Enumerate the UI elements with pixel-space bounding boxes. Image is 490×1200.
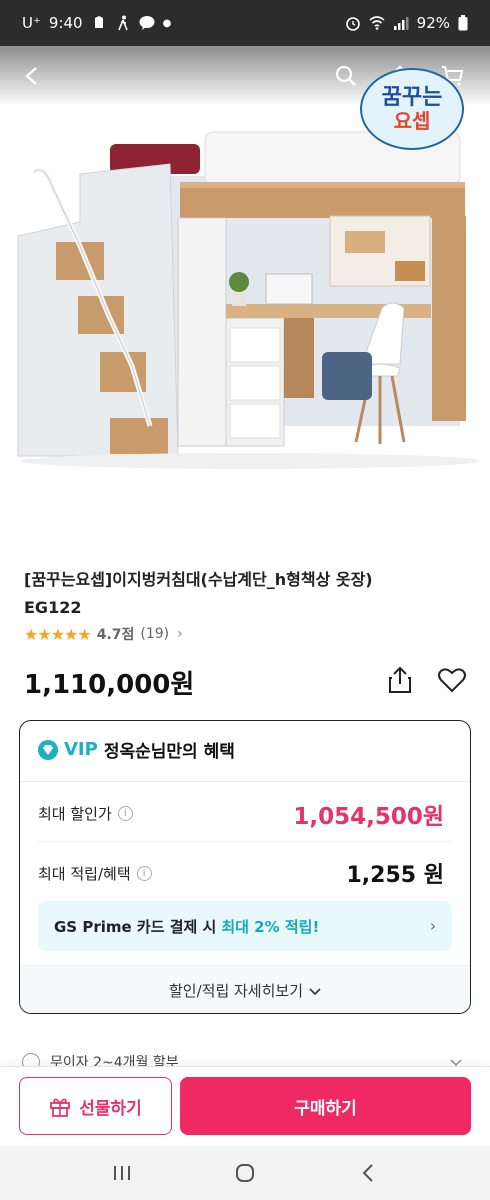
dot-icon: ● (162, 17, 172, 29)
battery-percent: 92% (416, 14, 450, 32)
product-price: 1,110,000원 (24, 670, 195, 700)
rating-score: 4.7점 (96, 627, 135, 643)
max-reward-value: 1,255 원 (346, 863, 445, 888)
system-nav-bar (0, 1146, 490, 1200)
signal-icon (393, 17, 409, 30)
gift-icon (50, 1098, 71, 1117)
product-image[interactable]: 꿈꾸는 요셉 (0, 46, 490, 546)
mobile-data-icon (94, 16, 103, 28)
max-reward-label-row: 최대 적립/혜택 i (38, 863, 152, 884)
heart-icon (438, 668, 466, 693)
card-divider (20, 781, 470, 782)
gs-prime-card-banner[interactable]: GS Prime 카드 결제 시 최대 2% 적립! › (38, 901, 452, 951)
rating-stars: ★★★★★ (24, 624, 92, 644)
search-button[interactable] (326, 56, 366, 96)
buy-button-label: 구매하기 (294, 1098, 357, 1119)
gs-banner-highlight: 최대 2% 적립! (221, 917, 320, 936)
back-nav-button[interactable] (348, 1153, 388, 1193)
walking-icon (117, 15, 128, 31)
chevron-right-icon: › (430, 917, 436, 935)
review-count: (19) (140, 626, 170, 642)
max-discount-price: 1,054,500원 (293, 804, 444, 830)
search-icon (335, 65, 356, 86)
chevron-down-icon (309, 987, 321, 995)
max-reward-label: 최대 적립/혜택 (38, 865, 131, 883)
back-arrow-icon (362, 1164, 374, 1182)
chevron-left-icon (25, 67, 37, 85)
carrier-label: U⁺ (22, 14, 41, 32)
gift-button-label: 선물하기 (79, 1098, 142, 1119)
rating-row[interactable]: ★★★★★ 4.7점 (19) › (24, 624, 183, 644)
share-button[interactable] (384, 664, 416, 696)
product-model-code: EG122 (24, 598, 82, 617)
brand-logo: 꿈꾸는 요셉 (360, 68, 464, 150)
like-button[interactable] (436, 664, 468, 696)
gift-button[interactable]: 선물하기 (19, 1077, 172, 1135)
vip-header-text: 정옥순님만의 혜택 (103, 742, 235, 762)
talk-icon (139, 16, 155, 30)
brand-logo-line2: 요셉 (393, 109, 431, 133)
battery-icon (458, 15, 468, 31)
alarm-icon (345, 17, 360, 31)
discount-detail-label: 할인/적립 자세히보기 (168, 982, 304, 1000)
diamond-icon (38, 739, 58, 760)
status-bar: U⁺ 9:40 ● 92% (0, 0, 490, 46)
recent-apps-icon (113, 1166, 130, 1180)
info-icon[interactable]: i (117, 806, 133, 821)
vip-label: VIP (64, 739, 98, 760)
row-divider (38, 841, 452, 842)
chevron-right-icon: › (177, 626, 183, 642)
buy-button[interactable]: 구매하기 (180, 1077, 471, 1135)
discount-detail-link[interactable]: 할인/적립 자세히보기 (20, 965, 470, 1013)
info-icon[interactable]: i (136, 866, 152, 881)
vip-benefit-header: VIP 정옥순님만의 혜택 (38, 737, 235, 762)
vip-benefit-card: VIP 정옥순님만의 혜택 최대 할인가 i 1,054,500원 최대 적립/… (19, 720, 471, 1014)
home-circle-icon (235, 1164, 254, 1182)
max-discount-label-row: 최대 할인가 i (38, 803, 133, 824)
product-title: [꿈꾸는요셉]이지벙커침대(수납계단_h형책상 옷장) EG122 (24, 566, 464, 622)
bottom-action-bar: 선물하기 구매하기 (0, 1066, 490, 1146)
share-icon (389, 666, 411, 693)
max-discount-label: 최대 할인가 (38, 805, 112, 823)
product-title-line1: [꿈꾸는요셉]이지벙커침대(수납계단_h형책상 옷장) (24, 570, 373, 589)
recent-apps-button[interactable] (102, 1153, 142, 1193)
brand-logo-line1: 꿈꾸는 (381, 85, 443, 110)
clock: 9:40 (48, 14, 83, 32)
gs-banner-text: GS Prime 카드 결제 시 (54, 917, 217, 936)
wifi-icon (369, 16, 385, 30)
home-nav-button[interactable] (225, 1153, 265, 1193)
back-button[interactable] (12, 56, 52, 96)
